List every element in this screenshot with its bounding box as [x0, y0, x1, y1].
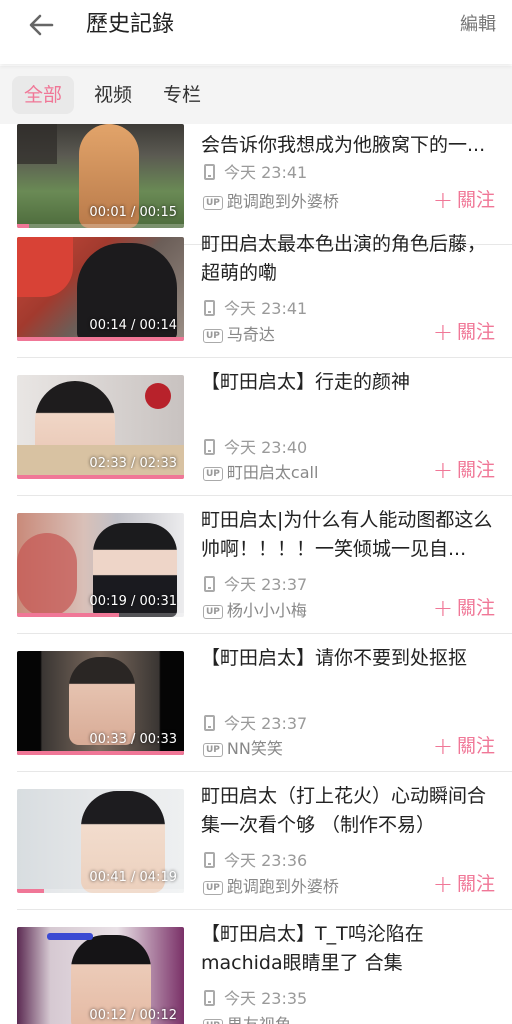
- top-app-bar: 歷史記錄 編輯: [0, 0, 512, 64]
- history-item[interactable]: 00:14 / 00:14 町田启太最本色出演的角色后藤，超萌的嘞 今天 23:…: [0, 220, 512, 358]
- video-thumbnail[interactable]: 00:41 / 04:19: [17, 789, 184, 893]
- follow-button[interactable]: + 關注: [433, 732, 495, 760]
- video-thumbnail[interactable]: 00:19 / 00:31: [17, 513, 184, 617]
- video-title[interactable]: 町田启太最本色出演的角色后藤，超萌的嘞: [201, 230, 497, 288]
- watch-progress-bar: [17, 613, 119, 617]
- uploader[interactable]: UP 杨小小小梅: [203, 601, 307, 621]
- watch-time: 今天 23:40: [204, 438, 307, 458]
- phone-icon: [204, 300, 215, 316]
- watch-time: 今天 23:37: [204, 575, 307, 595]
- video-thumbnail[interactable]: 02:33 / 02:33: [17, 375, 184, 479]
- video-title[interactable]: 町田启太（打上花火）心动瞬间合集一次看个够 （制作不易）: [201, 782, 497, 840]
- watch-time: 今天 23:35: [204, 989, 307, 1009]
- phone-icon: [204, 576, 215, 592]
- video-title[interactable]: 町田启太|为什么有人能动图都这么帅啊！！！！一笑倾城一见自...: [201, 506, 497, 564]
- plus-icon: +: [432, 732, 453, 760]
- video-duration: 00:01 / 00:15: [89, 205, 177, 220]
- history-item[interactable]: 02:33 / 02:33 【町田启太】行走的颜神 今天 23:40 UP 町田启…: [0, 358, 512, 496]
- history-item[interactable]: 00:41 / 04:19 町田启太（打上花火）心动瞬间合集一次看个够 （制作不…: [0, 772, 512, 910]
- watch-progress-bar: [17, 889, 44, 893]
- follow-button[interactable]: + 關注: [433, 594, 495, 622]
- video-title[interactable]: 【町田启太】T_T呜沦陷在machida眼睛里了 合集: [201, 920, 497, 978]
- video-thumbnail[interactable]: 00:01 / 00:15: [17, 124, 184, 228]
- video-thumbnail[interactable]: 00:12 / 00:12: [17, 927, 184, 1024]
- plus-icon: +: [432, 186, 453, 214]
- video-duration: 00:41 / 04:19: [89, 870, 177, 885]
- page-title: 歷史記錄: [86, 12, 175, 37]
- history-item[interactable]: 00:19 / 00:31 町田启太|为什么有人能动图都这么帅啊！！！！一笑倾城…: [0, 496, 512, 634]
- video-thumbnail[interactable]: 00:14 / 00:14: [17, 237, 184, 341]
- history-item[interactable]: 00:33 / 00:33 【町田启太】请你不要到处抠抠 今天 23:37 UP…: [0, 634, 512, 772]
- video-duration: 00:33 / 00:33: [89, 732, 177, 747]
- follow-button[interactable]: + 關注: [433, 870, 495, 898]
- watch-progress-bar: [17, 751, 184, 755]
- uploader[interactable]: UP男友视角: [203, 1015, 291, 1024]
- up-icon: UP: [203, 1019, 223, 1024]
- video-duration: 00:12 / 00:12: [89, 1008, 177, 1023]
- up-icon: UP: [203, 605, 223, 619]
- plus-icon: +: [432, 318, 453, 346]
- watch-time: 今天 23:41: [204, 163, 307, 183]
- follow-button[interactable]: + 關注: [433, 186, 495, 214]
- history-list: 00:01 / 00:15 会告诉你我想成为他腋窝下的一... 今天 23:41…: [0, 124, 512, 1024]
- edit-button[interactable]: 編輯: [460, 10, 496, 40]
- up-icon: UP: [203, 881, 223, 895]
- video-title[interactable]: 【町田启太】请你不要到处抠抠: [201, 644, 497, 673]
- tab-videos[interactable]: 视频: [94, 76, 132, 114]
- video-duration: 00:14 / 00:14: [89, 318, 177, 333]
- up-icon: UP: [203, 743, 223, 757]
- up-icon: UP: [203, 329, 223, 343]
- uploader[interactable]: UP 町田启太call: [203, 463, 318, 483]
- video-title[interactable]: 【町田启太】行走的颜神: [201, 368, 497, 397]
- plus-icon: +: [432, 870, 453, 898]
- watch-progress-bar: [17, 475, 184, 479]
- uploader[interactable]: UP 马奇达: [203, 325, 275, 345]
- video-duration: 00:19 / 00:31: [89, 594, 177, 609]
- phone-icon: [204, 439, 215, 455]
- uploader[interactable]: UP 跑调跑到外婆桥: [203, 877, 339, 897]
- filter-tabs: 全部 视频 专栏: [0, 66, 512, 124]
- plus-icon: +: [432, 456, 453, 484]
- video-thumbnail[interactable]: 00:33 / 00:33: [17, 651, 184, 755]
- watch-time: 今天 23:36: [204, 851, 307, 871]
- plus-icon: +: [432, 594, 453, 622]
- phone-icon: [204, 715, 215, 731]
- phone-icon: [204, 990, 215, 1006]
- uploader[interactable]: UP NN笑笑: [203, 739, 283, 759]
- up-icon: UP: [203, 196, 223, 210]
- watch-time: 今天 23:37: [204, 714, 307, 734]
- phone-icon: [204, 852, 215, 868]
- up-icon: UP: [203, 467, 223, 481]
- watch-time: 今天 23:41: [204, 299, 307, 319]
- video-title[interactable]: 会告诉你我想成为他腋窝下的一...: [201, 131, 497, 160]
- tab-all[interactable]: 全部: [12, 76, 75, 114]
- watch-progress-bar: [17, 337, 184, 341]
- video-duration: 02:33 / 02:33: [89, 456, 177, 471]
- follow-button[interactable]: + 關注: [433, 456, 495, 484]
- phone-icon: [204, 164, 215, 180]
- follow-button[interactable]: + 關注: [433, 318, 495, 346]
- tab-articles[interactable]: 专栏: [163, 76, 201, 114]
- history-item[interactable]: 00:12 / 00:12 【町田启太】T_T呜沦陷在machida眼睛里了 合…: [0, 910, 512, 1024]
- back-arrow-icon[interactable]: [22, 8, 62, 42]
- uploader[interactable]: UP 跑调跑到外婆桥: [203, 192, 339, 212]
